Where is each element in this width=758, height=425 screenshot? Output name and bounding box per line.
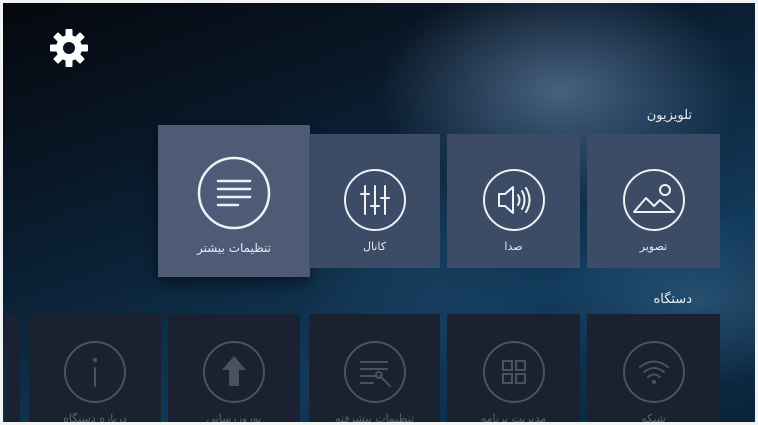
upload-arrow-icon: [203, 341, 265, 403]
tile-picture[interactable]: تصویر: [587, 134, 720, 268]
info-icon: [64, 341, 126, 403]
tile-update[interactable]: به‌روزرسانی: [168, 314, 300, 425]
wifi-icon: [622, 341, 685, 403]
tile-label: مدیریت برنامه: [480, 412, 547, 425]
tile-label: شبکه: [641, 412, 666, 425]
tile-label: تصویر: [639, 240, 668, 253]
tile-label: صدا: [504, 240, 523, 253]
tile-label: تنظیمات بیشتر: [196, 241, 272, 255]
tile-advanced-settings[interactable]: تنظیمات پیشرفته: [309, 314, 440, 425]
tile-label: کانال: [363, 240, 386, 253]
apps-grid-icon: [482, 341, 545, 403]
tile-app-management[interactable]: مدیریت برنامه: [447, 314, 580, 425]
tile-label: به‌روزرسانی: [206, 412, 262, 425]
menu-lines-icon: [197, 156, 271, 230]
tile-channel[interactable]: کانال: [309, 134, 440, 268]
tile-partial-edge[interactable]: [5, 314, 20, 425]
tile-label: تنظیمات پیشرفته: [334, 412, 415, 425]
picture-icon: [622, 169, 685, 231]
tile-more-settings[interactable]: تنظیمات بیشتر: [158, 125, 310, 277]
gear-icon[interactable]: [49, 28, 89, 68]
speaker-icon: [482, 169, 545, 231]
tile-network[interactable]: شبکه: [587, 314, 720, 425]
equalizer-icon: [343, 169, 406, 231]
section-title-tv: تلویزیون: [646, 108, 692, 123]
tile-about-device[interactable]: درباره دستگاه: [29, 314, 161, 425]
section-title-device: دستگاه: [653, 292, 692, 307]
settings-tools-icon: [343, 341, 406, 403]
tile-label: درباره دستگاه: [63, 412, 127, 425]
tile-sound[interactable]: صدا: [447, 134, 580, 268]
